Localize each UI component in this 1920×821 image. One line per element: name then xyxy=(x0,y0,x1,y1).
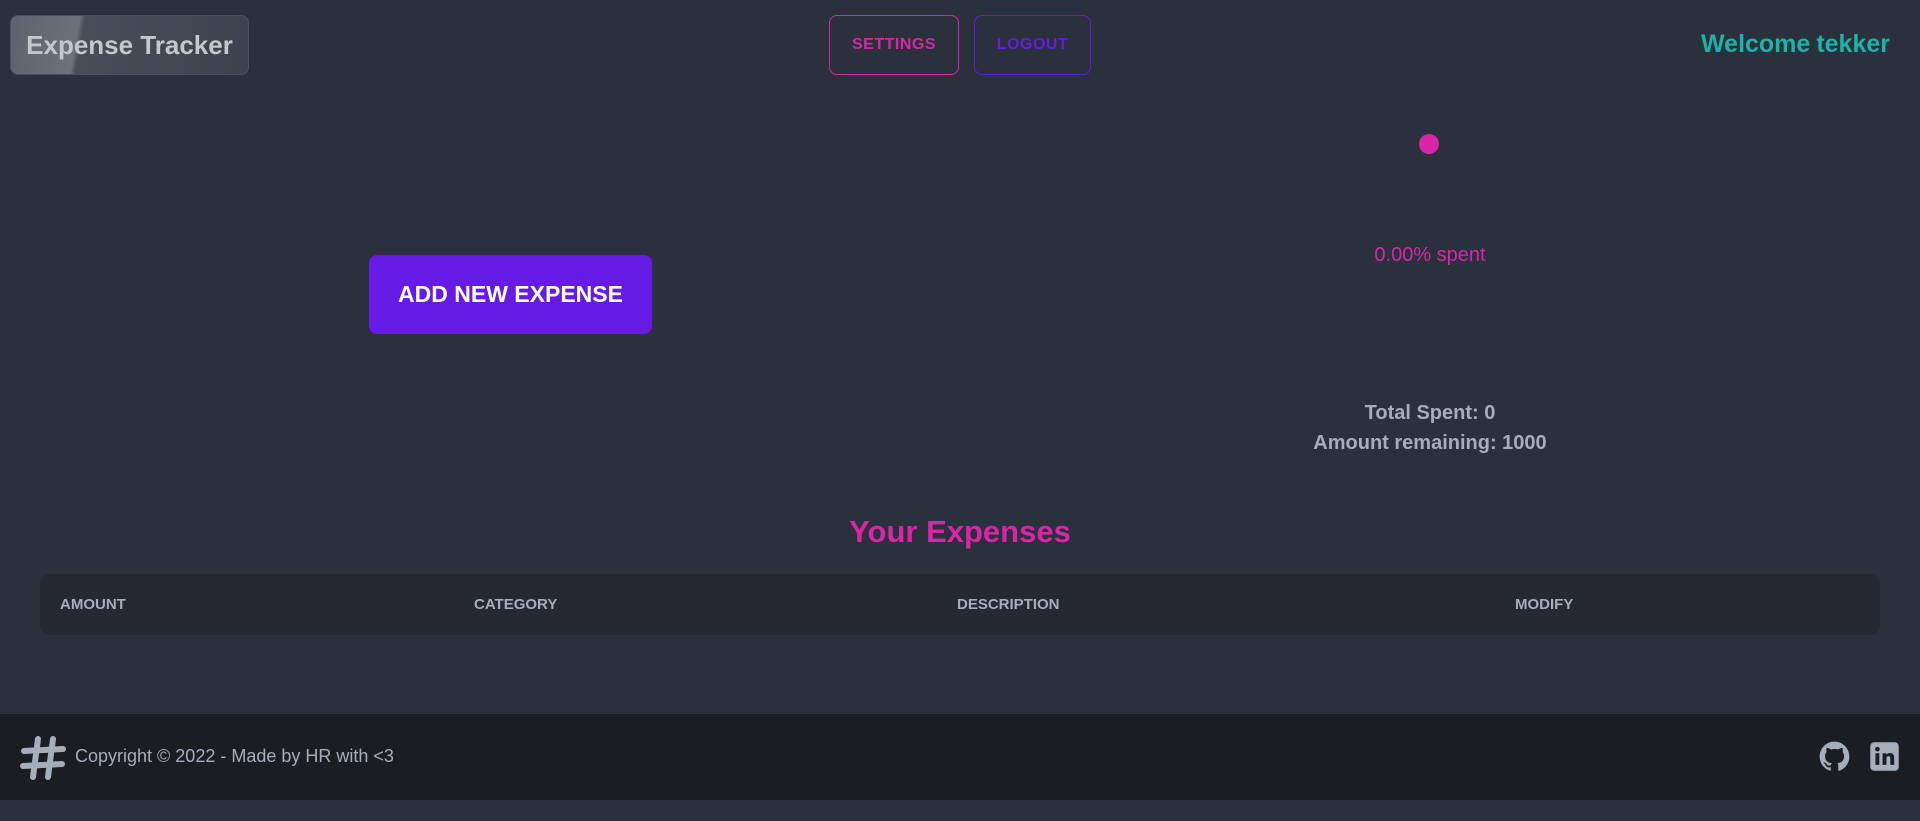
welcome-message: Welcome tekker xyxy=(1695,30,1890,59)
expenses-title: Your Expenses xyxy=(849,514,1071,549)
welcome-prefix: Welcome xyxy=(1701,30,1811,58)
progress-indicator xyxy=(1419,134,1439,154)
column-header-amount: AMOUNT xyxy=(60,596,126,613)
settings-button[interactable]: SETTINGS xyxy=(829,15,959,75)
github-icon[interactable] xyxy=(1819,741,1850,772)
column-header-category: CATEGORY xyxy=(474,596,558,613)
budget-progress: 0.00% spent Total Spent: 0 Amount remain… xyxy=(1230,100,1630,480)
amount-remaining: Amount remaining: 1000 xyxy=(1313,432,1547,454)
copyright-text: Copyright © 2022 - Made by HR with <3 xyxy=(75,746,394,766)
column-header-description: DESCRIPTION xyxy=(957,596,1060,613)
column-header-modify: MODIFY xyxy=(1515,596,1574,613)
hashtag-icon xyxy=(20,736,66,780)
add-new-expense-button[interactable]: ADD NEW EXPENSE xyxy=(369,255,652,334)
percent-spent-label: 0.00% spent xyxy=(1374,244,1486,266)
navbar: Expense Tracker SETTINGS LOGOUT Welcome t… xyxy=(0,0,1920,90)
linkedin-icon[interactable] xyxy=(1869,741,1900,772)
total-spent: Total Spent: 0 xyxy=(1364,402,1496,424)
expenses-table: AMOUNT CATEGORY DESCRIPTION MODIFY xyxy=(40,574,1880,635)
username: tekker xyxy=(1816,30,1890,58)
budget-totals: Total Spent: 0 Amount remaining: 1000 xyxy=(1230,398,1630,458)
logout-button[interactable]: LOGOUT xyxy=(974,15,1091,75)
brand-button[interactable]: Expense Tracker xyxy=(10,15,249,75)
footer: Copyright © 2022 - Made by HR with <3 xyxy=(0,714,1920,800)
